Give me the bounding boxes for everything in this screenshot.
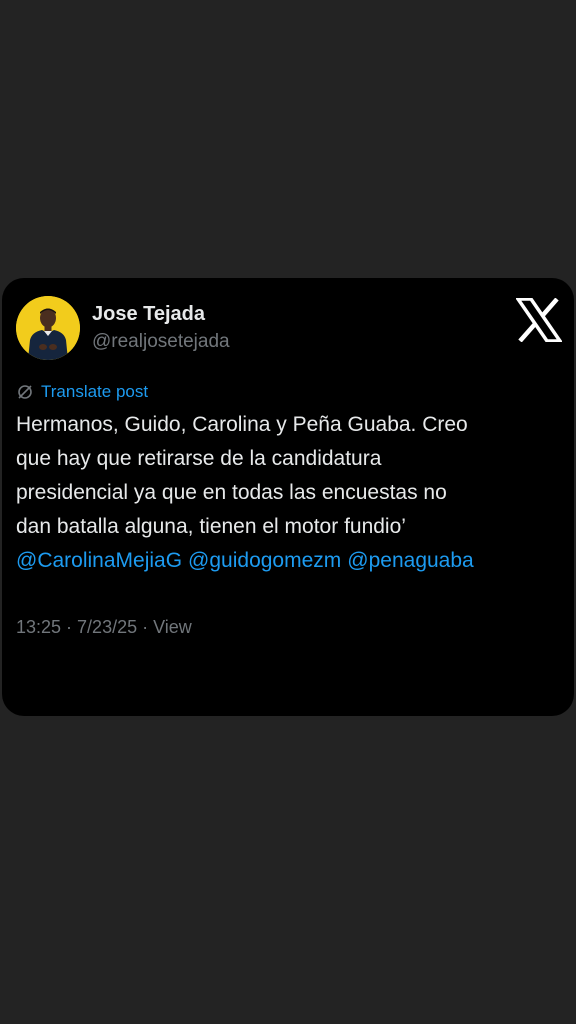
translate-post-label[interactable]: Translate post [41,381,148,403]
mention-carolinamejiag[interactable]: @CarolinaMejiaG [16,549,182,572]
post-body-line: presidencial ya que en todas las encuest… [16,481,447,504]
post-body: Hermanos, Guido, Carolina y Peña Guaba. … [16,408,564,578]
translate-icon [18,385,32,399]
post-card[interactable]: Jose Tejada @realjosetejada Translate po… [2,278,574,716]
avatar[interactable] [16,296,80,360]
post-body-line: que hay que retirarse de la candidatura [16,447,382,470]
post-mentions: @CarolinaMejiaG @guidogomezm @penaguaba [16,544,564,578]
post-time[interactable]: 13:25 [16,617,61,637]
mention-penaguaba[interactable]: @penaguaba [347,549,473,572]
post-body-line: dan batalla alguna, tienen el motor fund… [16,515,406,538]
avatar-photo-icon [16,296,80,360]
x-logo-icon[interactable] [514,297,564,343]
view-link[interactable]: View [153,617,192,637]
translate-post-link[interactable]: Translate post [16,381,148,403]
post-body-line: Hermanos, Guido, Carolina y Peña Guaba. … [16,413,468,436]
post-metadata: 13:25 · 7/23/25 · View [16,615,192,639]
mention-guidogomezm[interactable]: @guidogomezm [188,549,341,572]
post-date[interactable]: 7/23/25 [77,617,137,637]
meta-separator: · [137,617,154,637]
author-display-name[interactable]: Jose Tejada [92,302,205,326]
meta-separator: · [61,617,78,637]
author-handle[interactable]: @realjosetejada [92,330,230,354]
